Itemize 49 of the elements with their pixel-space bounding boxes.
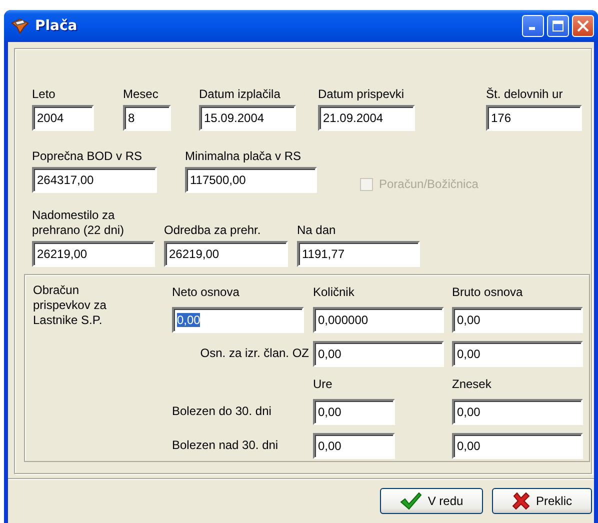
field-label: Minimalna plača v RS [185,149,302,164]
input-field[interactable]: 2004 [32,105,94,131]
app-icon [11,18,29,34]
field-label: Mesec [123,87,160,102]
window-title: Plača [35,18,78,34]
field-label: Na dan [297,223,337,238]
close-icon [577,20,589,32]
close-icon [512,492,530,510]
field-label: Nadomestilo za prehrano (22 dni) [32,208,126,238]
checkmark-icon [400,492,422,510]
column-header: Bruto osnova [452,285,524,299]
column-header: Ure [313,377,334,391]
close-button[interactable] [572,15,594,37]
input-field[interactable]: 26219,00 [32,241,155,267]
input-field[interactable]: 0,000000 [313,307,444,333]
field-label: Št. delovnih ur [486,87,564,102]
field-label: Odredba za prehr. [164,223,262,238]
group-caption: Obračun prispevkov za Lastnike S.P. [33,283,108,328]
field-label: Osn. za izr. član. OZ [200,346,310,360]
field-label: Poprečna BOD v RS [32,149,144,164]
field-label: Bolezen do 30. dni [172,404,272,418]
maximize-icon [552,20,564,32]
input-field[interactable]: 26219,00 [164,241,288,267]
input-field[interactable]: 117500,00 [185,167,317,193]
input-field[interactable]: 176 [486,105,582,131]
input-field[interactable]: 0,00 [452,341,583,367]
input-field[interactable]: 1191,77 [297,241,420,267]
input-field[interactable]: 8 [123,105,171,131]
input-field[interactable]: 0,00 [313,341,444,367]
field-label: Datum izplačila [199,87,282,102]
column-header: Količnik [313,285,356,299]
input-field[interactable]: 0,00 [313,433,395,459]
column-header: Znesek [452,377,492,391]
input-field[interactable]: 0,00 [452,433,583,459]
input-field[interactable]: 21.09.2004 [318,105,415,131]
input-field[interactable]: 0,00 [452,399,583,425]
ok-button[interactable]: V redu [380,488,483,514]
input-field[interactable]: 264317,00 [32,167,157,193]
input-field[interactable]: 15.09.2004 [199,105,296,131]
input-field[interactable]: 0,00 [313,399,395,425]
minimize-button[interactable] [522,15,544,37]
cancel-button[interactable]: Preklic [492,488,592,514]
maximize-button[interactable] [547,15,569,37]
field-label: Bolezen nad 30. dni [172,438,280,452]
column-header: Neto osnova [172,285,240,299]
field-label: Leto [32,87,56,102]
input-field[interactable]: 0,00 [172,307,304,333]
input-field[interactable]: 0,00 [452,307,583,333]
field-label: Datum prispevki [318,87,406,102]
